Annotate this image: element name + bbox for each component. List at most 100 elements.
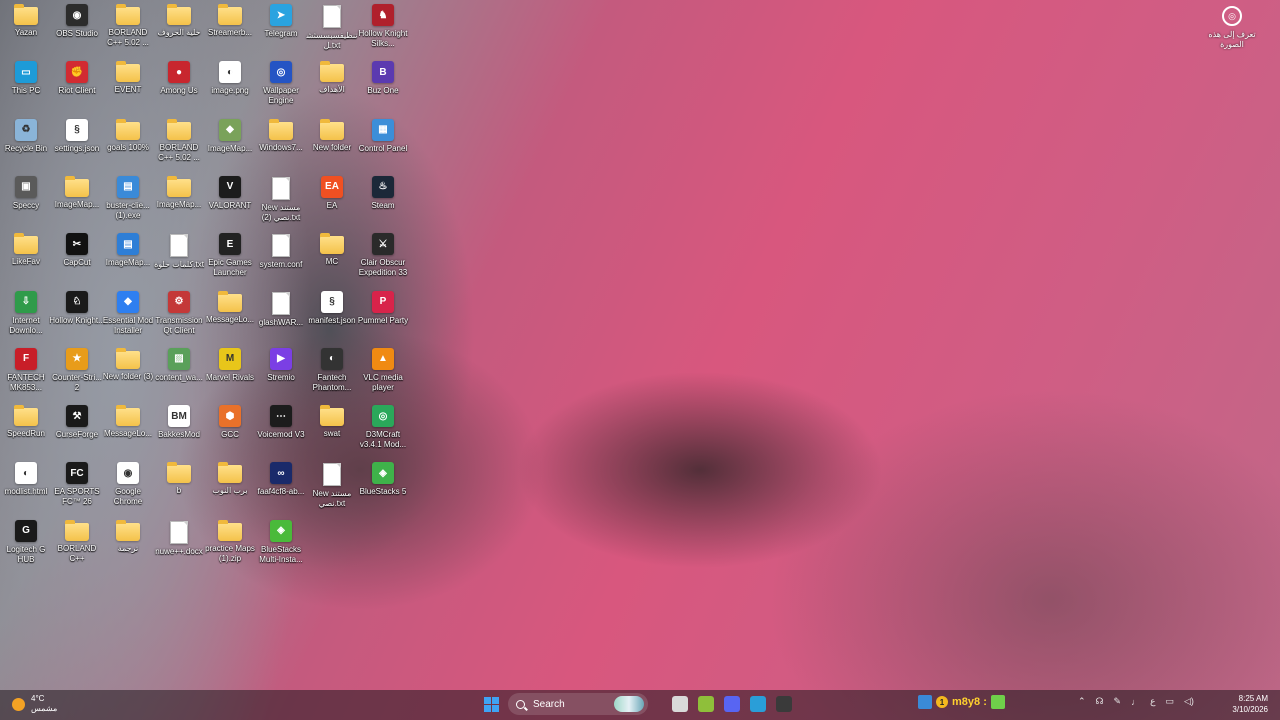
discord-icon[interactable] <box>724 696 740 712</box>
desktop-icon[interactable]: system.conf <box>255 233 307 270</box>
desktop-icon[interactable]: ◆ Essential Mod Installer <box>102 290 154 336</box>
desktop-icon[interactable]: ▤ ImageMap... <box>102 233 154 268</box>
desktop-icon[interactable]: BORLAND C++ 5.02 ... <box>153 118 205 163</box>
desktop-icon[interactable]: swat <box>306 405 358 439</box>
desktop-icon[interactable]: ▤ buster-clie... (1).exe <box>102 175 154 221</box>
clock[interactable]: 8:25 AM 3/10/2026 <box>1232 693 1268 715</box>
folder-icon <box>218 519 242 541</box>
desktop-icon[interactable]: ترجمة <box>102 519 154 554</box>
desktop-icon[interactable]: V VALORANT <box>204 175 256 211</box>
desktop-icon[interactable]: كلمات حلوة.txt <box>153 233 205 270</box>
chrome-icon[interactable] <box>750 696 766 712</box>
game-icon[interactable] <box>990 695 1005 709</box>
obs-icon[interactable] <box>776 696 792 712</box>
desktop-icon[interactable]: ♻ Recycle Bin <box>0 118 52 154</box>
desktop-icon[interactable]: EVENT <box>102 61 154 95</box>
desktop-icon[interactable]: ImageMap... <box>51 175 103 210</box>
desktop-icon[interactable]: BM BakkesMod <box>153 405 205 440</box>
desktop-icon[interactable]: ◉ Google Chrome <box>102 462 154 507</box>
desktop-icon[interactable]: ⇩ Internet Downlo... <box>0 290 52 336</box>
taskbar-search[interactable]: Search <box>508 693 648 715</box>
desktop-icon[interactable]: ◐ Fantech Phantom... <box>306 347 358 393</box>
desktop-icon[interactable]: ∞ faaf4cf8-ab... <box>255 462 307 497</box>
desktop-icon[interactable]: ● Among Us <box>153 61 205 96</box>
desktop-icon[interactable]: ◉ OBS Studio <box>51 4 103 39</box>
app-tray-icon[interactable] <box>918 695 932 709</box>
chevron-up-icon[interactable]: ⌃ <box>1078 696 1086 707</box>
desktop-icon[interactable]: ◈ BlueStacks 5 <box>357 462 409 497</box>
desktop-icon[interactable]: ▦ Control Panel <box>357 118 409 154</box>
desktop-icon[interactable]: BORLAND C++ 5.02 ... <box>102 4 154 48</box>
desktop-icon[interactable]: § settings.json <box>51 118 103 154</box>
desktop-icon[interactable]: تنظيفسبسسثشل.txt <box>306 4 358 51</box>
desktop-icon[interactable]: New folder (3) <box>102 347 154 382</box>
network-icon[interactable]: ▭ <box>1165 696 1174 707</box>
weather-widget[interactable]: 4°C مشمس <box>12 694 57 714</box>
desktop-icon[interactable]: ▨ content_wa... <box>153 347 205 383</box>
language-indicator[interactable]: ع <box>1150 696 1155 707</box>
desktop-icon-label: Pummel Party <box>357 315 409 325</box>
desktop-icon[interactable]: ◎ Wallpaper Engine <box>255 61 307 106</box>
desktop-icon[interactable]: ⚒ CurseForge <box>51 405 103 440</box>
desktop-icon[interactable]: LikeFav <box>0 233 52 267</box>
xbox-app-icon[interactable] <box>698 696 714 712</box>
desktop-icon[interactable]: MessageLo... <box>204 290 256 325</box>
headset-icon[interactable]: ☊ <box>1096 696 1104 707</box>
image-search-shortcut[interactable]: ◎ تعرف إلى هذه الصورة <box>1202 6 1262 50</box>
desktop-icon[interactable]: ⬢ GCC <box>204 405 256 440</box>
notification-badge[interactable]: 1 <box>936 696 948 708</box>
desktop-icon[interactable]: Yazan <box>0 4 52 38</box>
desktop-icon[interactable]: ◈ BlueStacks Multi-Insta... <box>255 519 307 565</box>
desktop-icon[interactable]: ◆ ImageMap... <box>204 118 256 154</box>
desktop-icon[interactable]: E Epic Games Launcher <box>204 233 256 278</box>
desktop-icon[interactable]: Streamerb... <box>204 4 256 38</box>
desktop-icon[interactable]: الأهداف <box>306 61 358 95</box>
desktop-icon[interactable]: ▲ VLC media player <box>357 347 409 393</box>
desktop-icon[interactable]: Windows7... <box>255 118 307 153</box>
desktop-icon[interactable]: goals 100% <box>102 118 154 153</box>
desktop-icon[interactable]: F FANTECH MK853... <box>0 347 52 393</box>
desktop-icon[interactable]: nuwe++.docx <box>153 520 205 557</box>
pen-icon[interactable]: ✎ <box>1114 696 1122 707</box>
desktop-icon[interactable]: برب النوب <box>204 462 256 496</box>
file-explorer-icon[interactable] <box>672 696 688 712</box>
desktop-icon[interactable]: ▶ Stremio <box>255 347 307 383</box>
desktop-icon[interactable]: ▣ Speccy <box>0 175 52 211</box>
desktop-icon[interactable]: New مستند نصي (2).txt <box>255 176 307 223</box>
desktop-icon[interactable]: P Pummel Party <box>357 290 409 326</box>
desktop-icon[interactable]: ♞ Hollow Knight Silks... <box>357 4 409 49</box>
desktop-icon[interactable]: ▭ This PC <box>0 61 52 96</box>
desktop-icon[interactable]: BORLAND C++ <box>51 519 103 564</box>
desktop-icon[interactable]: B Buz One <box>357 61 409 96</box>
desktop-icon[interactable]: ✂ CapCut <box>51 233 103 268</box>
desktop-icon[interactable]: MessageLo... <box>102 405 154 439</box>
desktop-icon[interactable]: ⋯ Voicemod V3 <box>255 405 307 440</box>
desktop-icon[interactable]: SpeedRun <box>0 405 52 439</box>
volume-icon[interactable]: ◁) <box>1184 696 1194 707</box>
microphone-icon[interactable]: ♩ <box>1131 697 1140 707</box>
desktop-icon[interactable]: ➤ Telegram <box>255 4 307 39</box>
desktop-icon[interactable]: ◐ image.png <box>204 61 256 96</box>
desktop-icon[interactable]: خلية الحروف <box>153 4 205 38</box>
desktop-icon[interactable]: ✊ Riot Client <box>51 61 103 96</box>
desktop-icon[interactable]: § manifest.json <box>306 290 358 326</box>
desktop-icon[interactable]: EA EA <box>306 175 358 211</box>
desktop-icon[interactable]: ◐ modlist.html <box>0 462 52 497</box>
desktop-icon[interactable]: ♘ Hollow Knight... <box>49 290 105 326</box>
desktop-icon[interactable]: glashWAR... <box>255 291 307 328</box>
desktop-icon[interactable]: M Marvel Rivals <box>204 347 256 383</box>
desktop-icon[interactable]: New folder <box>306 118 358 153</box>
desktop-icon[interactable]: ◎ D3MCraft v3.4.1 Mod... <box>357 405 409 450</box>
desktop-icon[interactable]: b <box>153 462 205 496</box>
desktop-icon[interactable]: ⚙ Transmission Qt Client <box>153 290 205 336</box>
desktop-icon[interactable]: ★ Counter-Stri... 2 <box>51 347 103 393</box>
desktop-icon[interactable]: MC <box>306 233 358 267</box>
desktop-icon[interactable]: ImageMap... <box>153 175 205 210</box>
start-button[interactable] <box>480 693 502 715</box>
desktop-icon[interactable]: FC EA SPORTS FC™ 26 <box>51 462 103 507</box>
desktop-icon[interactable]: G Logitech G HUB <box>0 519 52 565</box>
desktop-icon[interactable]: practice Maps (1).zip <box>204 519 256 564</box>
desktop-icon[interactable]: ⚔ Clair Obscur Expedition 33 <box>357 233 409 278</box>
desktop-icon[interactable]: ♨ Steam <box>357 175 409 211</box>
desktop-icon[interactable]: New مستند نصي.txt <box>306 462 358 509</box>
